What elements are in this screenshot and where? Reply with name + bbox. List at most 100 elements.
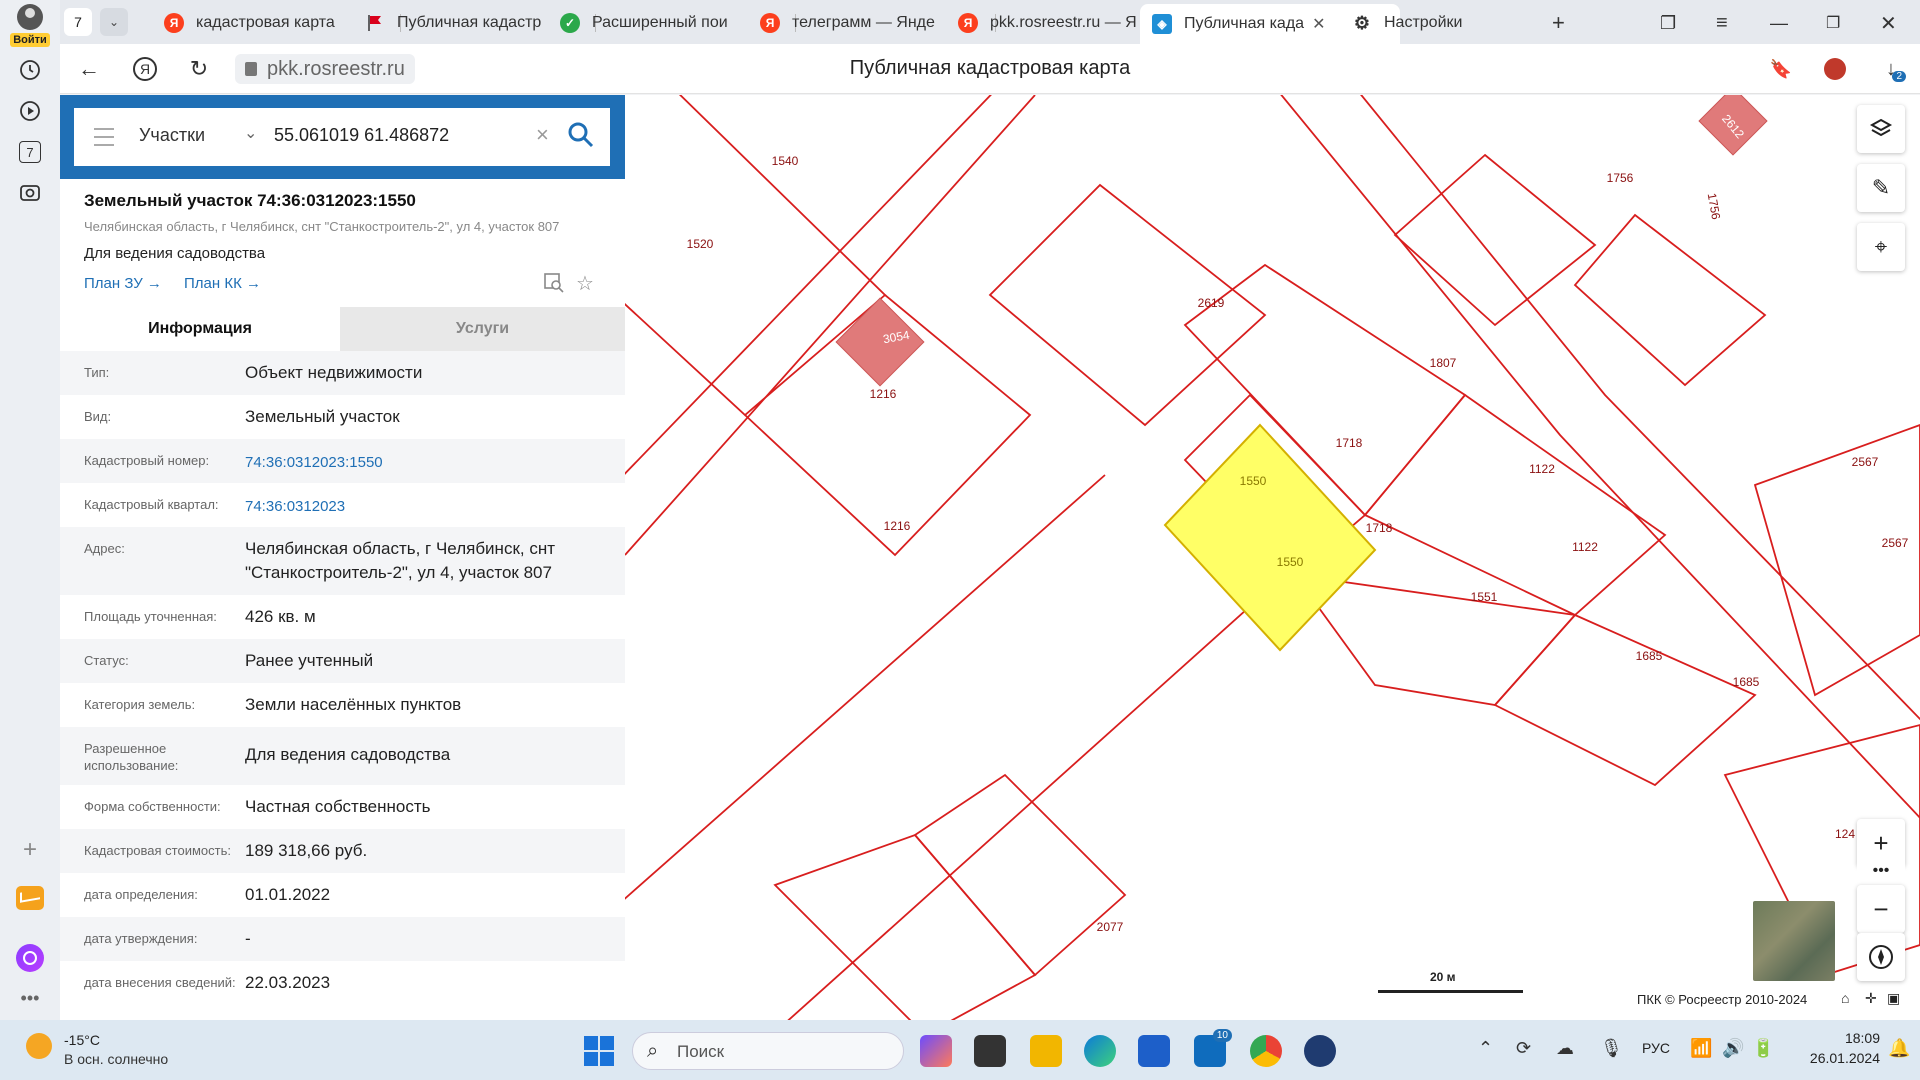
map-label: 1718 — [1336, 436, 1363, 450]
tray-chevron-icon[interactable]: ⌃ — [1478, 1038, 1493, 1059]
crosshair-icon[interactable]: ✛ — [1865, 990, 1877, 1007]
downloads-icon[interactable]: ↓ 2 — [1876, 54, 1906, 84]
tab-title: Публичная када — [1184, 15, 1305, 32]
bookmarks-icon[interactable]: ❐ — [1660, 6, 1690, 40]
yandex-icon: Я — [164, 13, 184, 33]
map-label: 1756 — [1607, 171, 1634, 185]
add-panel-icon[interactable]: + — [12, 832, 48, 868]
weather-temp: -15°C — [64, 1032, 100, 1048]
tab-2[interactable]: Публичная кадастр — [365, 6, 585, 40]
chrome-icon[interactable] — [1250, 1035, 1282, 1067]
edge-icon[interactable] — [1084, 1035, 1116, 1067]
selected-parcel-1550[interactable] — [1163, 423, 1377, 652]
close-tab-icon[interactable]: ✕ — [1312, 14, 1325, 34]
menu-icon[interactable]: ≡ — [1716, 6, 1746, 40]
tab-7[interactable]: ⚙ Настройки — [1352, 6, 1522, 40]
copyright-text: ПКК © Росреестр 2010-2024 — [1637, 992, 1808, 1007]
satellite-minimap[interactable] — [1753, 901, 1835, 981]
battery-icon[interactable]: 🔋 — [1752, 1038, 1774, 1059]
mail-icon[interactable] — [12, 880, 48, 916]
zoom-to-object-icon[interactable] — [543, 272, 565, 294]
bookmark-icon[interactable]: 🔖 — [1766, 54, 1796, 84]
map-label: 2619 — [1198, 296, 1225, 310]
cadastral-map[interactable]: 1540 1520 3054 1216 1216 2619 2612 1756 … — [625, 95, 1920, 1020]
table-row: Кадастровый квартал: 74:36:0312023 — [60, 483, 625, 527]
wifi-icon[interactable]: 📶 — [1690, 1038, 1712, 1059]
task-view-icon[interactable] — [974, 1035, 1006, 1067]
search-icon[interactable] — [566, 120, 596, 150]
volume-icon[interactable]: 🔊 — [1722, 1038, 1744, 1059]
store-icon[interactable] — [1138, 1035, 1170, 1067]
alice-assistant-icon[interactable] — [12, 940, 48, 976]
more-dots-icon[interactable]: ••• — [12, 980, 48, 1016]
language-indicator[interactable]: РУС — [1642, 1040, 1670, 1056]
cloud-icon[interactable]: ☁ — [1556, 1038, 1574, 1059]
clock-date[interactable]: 26.01.2024 — [1786, 1050, 1880, 1066]
clear-search-icon[interactable]: × — [536, 122, 549, 148]
copilot-icon[interactable] — [920, 1035, 952, 1067]
microphone-icon[interactable]: 🎙 — [1600, 1038, 1623, 1059]
search-input[interactable]: 55.061019 61.486872 — [274, 125, 449, 146]
chevron-down-icon[interactable]: ⌄ — [244, 123, 257, 143]
map-label: 1718 — [1366, 521, 1393, 535]
login-button[interactable]: Войти — [6, 4, 54, 47]
calendar-badge-icon[interactable]: 7 — [12, 134, 48, 170]
zoom-out-button[interactable]: − — [1857, 885, 1905, 933]
row-value: Челябинская область, г Челябинск, снт "С… — [245, 539, 556, 582]
check-circle-icon: ✓ — [560, 13, 580, 33]
restore-icon[interactable]: ❐ — [1826, 6, 1856, 40]
building-3054[interactable] — [835, 297, 925, 387]
cadastral-number-link[interactable]: 74:36:0312023:1550 — [245, 439, 625, 475]
tab-1[interactable]: Я кадастровая карта — [164, 6, 384, 40]
yandex-browser-icon[interactable] — [1304, 1035, 1336, 1067]
start-button[interactable] — [584, 1036, 614, 1066]
file-explorer-icon[interactable] — [1030, 1035, 1062, 1067]
cadastral-quarter-link[interactable]: 74:36:0312023 — [245, 483, 625, 519]
scale-bar — [1378, 990, 1523, 993]
layers-button[interactable] — [1857, 105, 1905, 153]
tab-5[interactable]: Я pkk.rosreestr.ru — Я — [958, 6, 1158, 40]
extension-icon[interactable] — [1820, 54, 1850, 84]
new-tab-button[interactable]: + — [1552, 6, 1582, 40]
screenshot-icon[interactable] — [12, 175, 48, 211]
weather-sun-icon[interactable] — [26, 1033, 52, 1059]
taskbar-search[interactable]: ⌕ Поиск — [632, 1032, 904, 1070]
more-dots-icon[interactable]: ••• — [1857, 857, 1905, 885]
tab-list-chevron-icon[interactable]: ⌄ — [100, 8, 128, 36]
map-label: 2567 — [1882, 536, 1909, 550]
close-window-icon[interactable]: ✕ — [1880, 6, 1910, 40]
mail-app-icon[interactable]: 10 — [1194, 1029, 1232, 1067]
search-icon: ⌕ — [647, 1040, 659, 1062]
table-row: Тип: Объект недвижимости — [60, 351, 625, 395]
row-value: Ранее учтенный — [245, 651, 374, 670]
map-label: 2567 — [1852, 455, 1879, 469]
star-icon[interactable]: ☆ — [576, 271, 594, 296]
map-canvas[interactable]: 1540 1520 3054 1216 1216 2619 2612 1756 … — [625, 95, 1920, 1020]
clock-time[interactable]: 18:09 — [1810, 1030, 1880, 1046]
row-key: Кадастровая стоимость: — [84, 843, 231, 858]
table-row: Кадастровая стоимость: 189 318,66 руб. — [60, 829, 625, 873]
tab-services[interactable]: Услуги — [340, 307, 625, 351]
search-type-select[interactable]: Участки — [139, 125, 205, 146]
minimize-icon[interactable]: — — [1770, 6, 1800, 40]
parcel-usage: Для ведения садоводства — [84, 245, 266, 262]
history-icon[interactable] — [12, 52, 48, 88]
home-icon[interactable]: ⌂ — [1841, 990, 1849, 1006]
hamburger-menu-icon[interactable] — [94, 128, 114, 146]
fullscreen-icon[interactable]: ▣ — [1887, 990, 1900, 1007]
sync-icon[interactable]: ⟳ — [1516, 1038, 1531, 1059]
play-icon[interactable] — [12, 93, 48, 129]
locate-button[interactable]: ⌖ — [1857, 223, 1905, 271]
table-row: дата определения: 01.01.2022 — [60, 873, 625, 917]
plan-kk-link[interactable]: План КК → — [184, 275, 261, 292]
plan-zu-link[interactable]: План ЗУ → — [84, 275, 162, 292]
compass-button[interactable] — [1857, 933, 1905, 981]
map-label: 1122 — [1572, 540, 1598, 554]
parcel-title: Земельный участок 74:36:0312023:1550 — [84, 191, 416, 210]
ruler-button[interactable]: ✎ — [1857, 164, 1905, 212]
tab-3[interactable]: ✓ Расширенный пои — [560, 6, 780, 40]
notification-bell-icon[interactable]: 🔔 — [1888, 1038, 1910, 1059]
tab-count[interactable]: 7 — [64, 8, 92, 36]
row-value: Для ведения садоводства — [245, 745, 451, 764]
tab-information[interactable]: Информация — [60, 307, 340, 351]
